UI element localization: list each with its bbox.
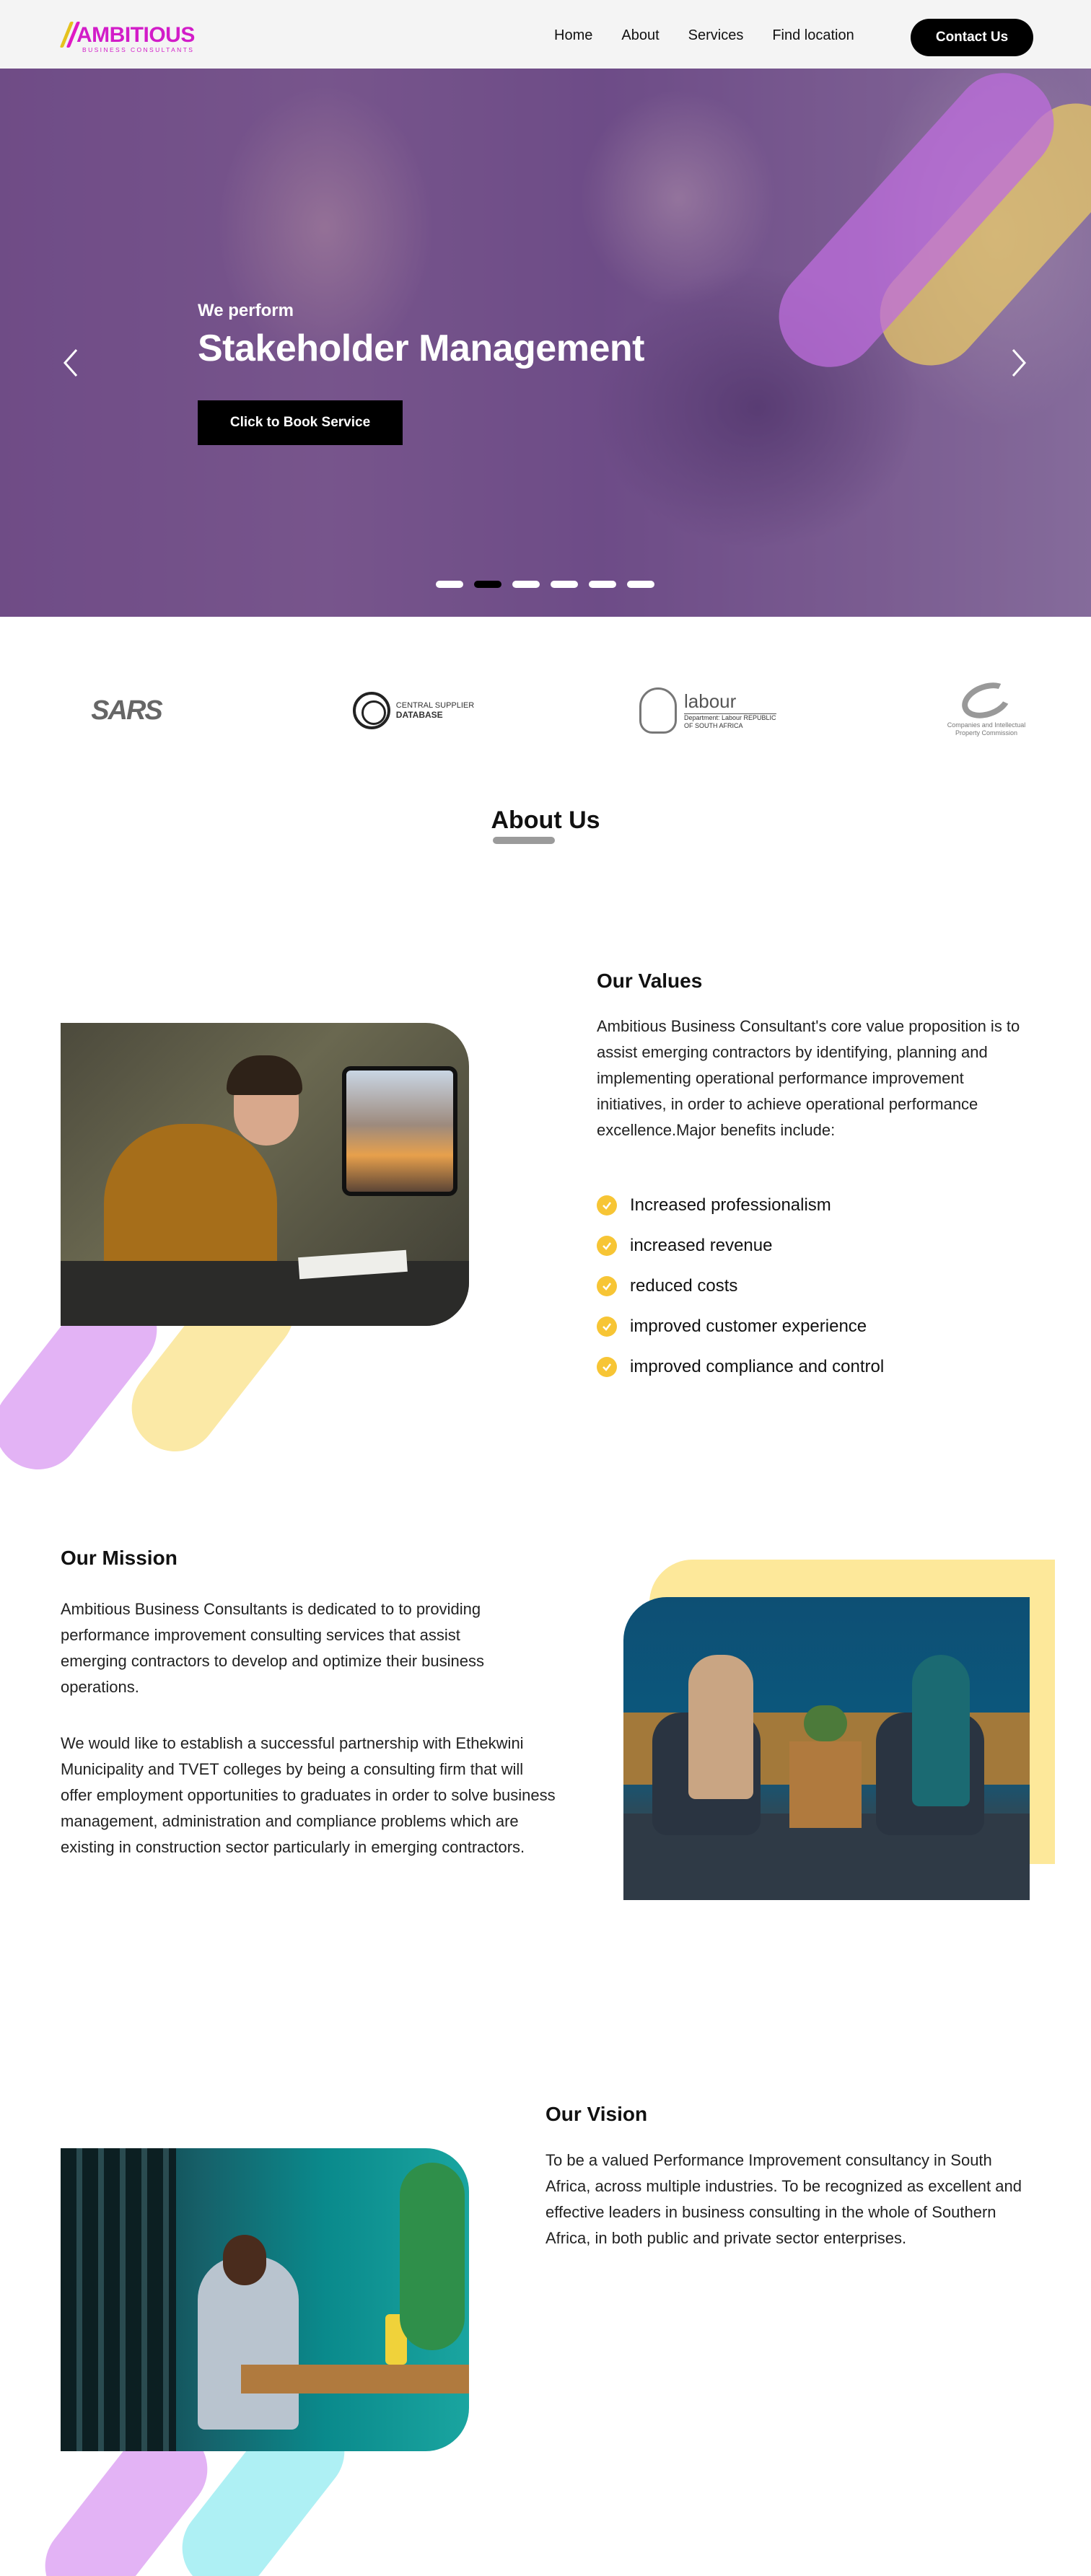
logo-mark-icon [59, 20, 81, 49]
photo-desk [241, 2365, 469, 2393]
mission-para-1: Ambitious Business Consultants is dedica… [61, 1600, 484, 1696]
check-icon [597, 1316, 617, 1337]
benefit-item: Increased professionalism [597, 1195, 884, 1216]
cipc-swirl-icon [957, 676, 1016, 725]
check-icon [597, 1236, 617, 1256]
cipc-logo-text: Companies and Intellectual Property Comm… [947, 721, 1026, 737]
carousel-dot[interactable] [551, 581, 578, 588]
vision-photo [61, 2148, 469, 2451]
partner-logos: SARS CENTRAL SUPPLIER DATABASE labour De… [0, 617, 1091, 761]
mission-para-2: We would like to establish a successful … [61, 1734, 556, 1856]
logo-text: AMBITIOUS [76, 23, 195, 47]
photo-head [223, 2235, 266, 2285]
navbar: AMBITIOUS BUSINESS CONSULTANTS Home Abou… [0, 0, 1091, 69]
labour-logo: labour Department: Labour REPUBLIC OF SO… [639, 682, 776, 739]
mission-photo [623, 1597, 1030, 1900]
brand-logo[interactable]: AMBITIOUS BUSINESS CONSULTANTS [59, 20, 195, 53]
carousel-next-arrow-icon[interactable] [1004, 341, 1033, 384]
hero-eyebrow: We perform [198, 301, 294, 320]
main-nav: Home About Services Find location [554, 27, 883, 44]
sars-logo: SARS [72, 682, 180, 739]
benefit-label: Increased professionalism [630, 1195, 831, 1215]
vision-title: Our Vision [546, 2103, 648, 2125]
coat-of-arms-icon [639, 687, 677, 734]
photo-person-left [688, 1655, 753, 1799]
carousel-prev-arrow-icon[interactable] [56, 341, 85, 384]
csd-line1: CENTRAL SUPPLIER [395, 701, 475, 710]
photo-monitor [342, 1066, 457, 1196]
values-photo [61, 1023, 469, 1326]
photo-plant [400, 2163, 465, 2350]
book-service-button[interactable]: Click to Book Service [198, 400, 403, 445]
nav-link-find-location[interactable]: Find location [772, 27, 854, 44]
benefit-label: increased revenue [630, 1236, 773, 1255]
carousel-dot[interactable] [436, 581, 463, 588]
csd-line2: DATABASE [395, 710, 443, 720]
sars-logo-text: SARS [91, 695, 163, 726]
check-icon [597, 1195, 617, 1216]
benefit-item: improved compliance and control [597, 1357, 884, 1377]
benefit-label: improved customer experience [630, 1316, 867, 1336]
nav-link-services[interactable]: Services [688, 27, 744, 44]
logo-subtitle: BUSINESS CONSULTANTS [82, 46, 195, 53]
photo-plant [804, 1705, 847, 1741]
photo-person-right [912, 1655, 970, 1806]
hero-carousel: We perform Stakeholder Management Click … [0, 69, 1091, 617]
hero-title: Stakeholder Management [198, 328, 644, 369]
carousel-dot[interactable] [627, 581, 654, 588]
csd-logo: CENTRAL SUPPLIER DATABASE [352, 682, 475, 739]
benefit-item: increased revenue [597, 1236, 884, 1256]
cipc-logo: Companies and Intellectual Property Comm… [939, 676, 1033, 739]
benefit-item: reduced costs [597, 1276, 884, 1296]
vision-body: To be a valued Performance Improvement c… [546, 2151, 1022, 2247]
carousel-dots [436, 581, 665, 588]
labour-logo-text: labour Department: Labour REPUBLIC OF SO… [684, 692, 776, 730]
check-icon [597, 1357, 617, 1377]
carousel-dot-active[interactable] [474, 581, 501, 588]
benefit-label: reduced costs [630, 1276, 738, 1296]
labour-title: labour [684, 690, 737, 712]
csd-logo-text: CENTRAL SUPPLIER DATABASE [396, 701, 474, 720]
about-underline [493, 837, 555, 844]
csd-ring-icon [352, 692, 390, 729]
check-icon [597, 1276, 617, 1296]
contact-us-button[interactable]: Contact Us [911, 19, 1033, 56]
nav-link-about[interactable]: About [621, 27, 659, 44]
values-title: Our Values [597, 970, 703, 992]
about-heading: About Us [491, 806, 600, 834]
carousel-dot[interactable] [589, 581, 616, 588]
nav-link-home[interactable]: Home [554, 27, 592, 44]
photo-window [61, 2148, 176, 2451]
benefits-list: Increased professionalism increased reve… [597, 1195, 884, 1397]
photo-side-table [789, 1741, 862, 1828]
mission-title: Our Mission [61, 1547, 178, 1569]
photo-hair [227, 1055, 302, 1095]
photo-desk [61, 1261, 469, 1326]
benefit-label: improved compliance and control [630, 1357, 885, 1376]
benefit-item: improved customer experience [597, 1316, 884, 1337]
carousel-dot[interactable] [512, 581, 540, 588]
values-body: Ambitious Business Consultant's core val… [597, 1017, 1020, 1139]
labour-subtitle: Department: Labour REPUBLIC OF SOUTH AFR… [684, 713, 776, 729]
